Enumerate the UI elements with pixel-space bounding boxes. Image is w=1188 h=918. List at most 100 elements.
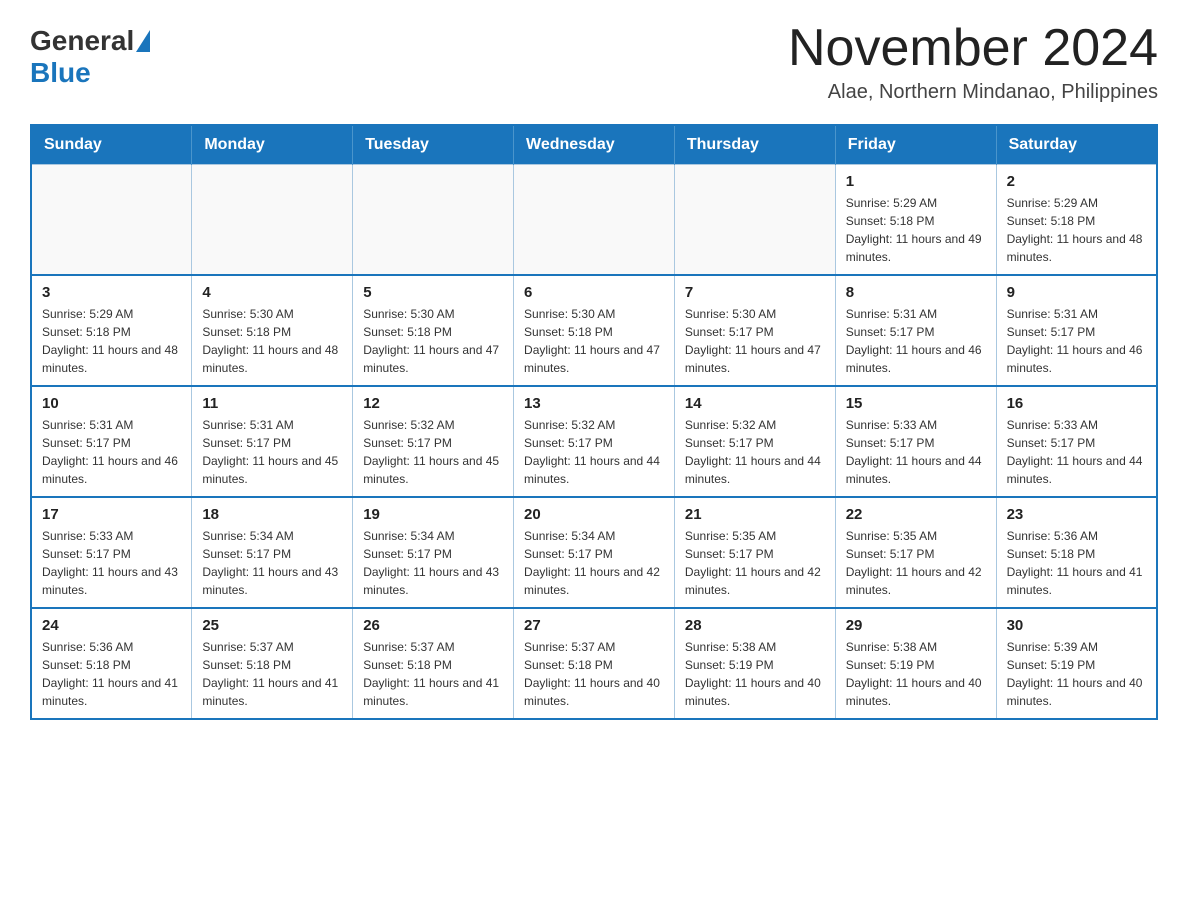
weekday-header-wednesday: Wednesday: [514, 125, 675, 165]
day-number: 6: [524, 284, 664, 301]
calendar-cell: [31, 165, 192, 276]
day-info: Sunrise: 5:37 AMSunset: 5:18 PMDaylight:…: [202, 638, 342, 710]
calendar-cell: [514, 165, 675, 276]
calendar-cell: 12 Sunrise: 5:32 AMSunset: 5:17 PMDayligh…: [353, 386, 514, 497]
weekday-header-row: SundayMondayTuesdayWednesdayThursdayFrid…: [31, 125, 1157, 165]
day-info: Sunrise: 5:29 AMSunset: 5:18 PMDaylight:…: [1007, 194, 1146, 266]
logo-blue-text: Blue: [30, 57, 91, 88]
day-number: 19: [363, 506, 503, 523]
logo: General Blue: [30, 25, 152, 89]
calendar-cell: 21 Sunrise: 5:35 AMSunset: 5:17 PMDayligh…: [674, 497, 835, 608]
day-number: 18: [202, 506, 342, 523]
day-info: Sunrise: 5:32 AMSunset: 5:17 PMDaylight:…: [524, 416, 664, 488]
calendar-cell: 16 Sunrise: 5:33 AMSunset: 5:17 PMDayligh…: [996, 386, 1157, 497]
day-number: 24: [42, 617, 181, 634]
day-info: Sunrise: 5:32 AMSunset: 5:17 PMDaylight:…: [685, 416, 825, 488]
day-number: 17: [42, 506, 181, 523]
calendar-cell: 7 Sunrise: 5:30 AMSunset: 5:17 PMDaylight…: [674, 275, 835, 386]
day-info: Sunrise: 5:30 AMSunset: 5:18 PMDaylight:…: [524, 305, 664, 377]
day-info: Sunrise: 5:34 AMSunset: 5:17 PMDaylight:…: [202, 527, 342, 599]
calendar-cell: 4 Sunrise: 5:30 AMSunset: 5:18 PMDaylight…: [192, 275, 353, 386]
calendar-cell: 3 Sunrise: 5:29 AMSunset: 5:18 PMDaylight…: [31, 275, 192, 386]
calendar-week-row: 1 Sunrise: 5:29 AMSunset: 5:18 PMDaylight…: [31, 165, 1157, 276]
day-number: 21: [685, 506, 825, 523]
calendar-cell: 26Sunrise: 5:37 AMSunset: 5:18 PMDayligh…: [353, 608, 514, 719]
page-header: General Blue November 2024 Alae, Norther…: [30, 20, 1158, 104]
day-info: Sunrise: 5:37 AMSunset: 5:18 PMDaylight:…: [524, 638, 664, 710]
day-info: Sunrise: 5:30 AMSunset: 5:17 PMDaylight:…: [685, 305, 825, 377]
calendar-cell: [192, 165, 353, 276]
day-info: Sunrise: 5:31 AMSunset: 5:17 PMDaylight:…: [202, 416, 342, 488]
calendar-cell: 13 Sunrise: 5:32 AMSunset: 5:17 PMDayligh…: [514, 386, 675, 497]
day-info: Sunrise: 5:33 AMSunset: 5:17 PMDaylight:…: [846, 416, 986, 488]
day-number: 3: [42, 284, 181, 301]
day-info: Sunrise: 5:34 AMSunset: 5:17 PMDaylight:…: [524, 527, 664, 599]
day-number: 30: [1007, 617, 1146, 634]
calendar-cell: 29 Sunrise: 5:38 AMSunset: 5:19 PMDayligh…: [835, 608, 996, 719]
calendar-cell: 10 Sunrise: 5:31 AMSunset: 5:17 PMDayligh…: [31, 386, 192, 497]
calendar-cell: 2Sunrise: 5:29 AMSunset: 5:18 PMDaylight…: [996, 165, 1157, 276]
day-number: 12: [363, 395, 503, 412]
day-number: 16: [1007, 395, 1146, 412]
day-info: Sunrise: 5:34 AMSunset: 5:17 PMDaylight:…: [363, 527, 503, 599]
day-info: Sunrise: 5:37 AMSunset: 5:18 PMDaylight:…: [363, 638, 503, 710]
day-info: Sunrise: 5:33 AMSunset: 5:17 PMDaylight:…: [1007, 416, 1146, 488]
day-number: 13: [524, 395, 664, 412]
calendar-cell: 22Sunrise: 5:35 AMSunset: 5:17 PMDayligh…: [835, 497, 996, 608]
calendar-cell: [353, 165, 514, 276]
day-info: Sunrise: 5:29 AMSunset: 5:18 PMDaylight:…: [846, 194, 986, 266]
day-info: Sunrise: 5:32 AMSunset: 5:17 PMDaylight:…: [363, 416, 503, 488]
weekday-header-sunday: Sunday: [31, 125, 192, 165]
day-number: 1: [846, 173, 986, 190]
day-info: Sunrise: 5:31 AMSunset: 5:17 PMDaylight:…: [42, 416, 181, 488]
weekday-header-monday: Monday: [192, 125, 353, 165]
day-info: Sunrise: 5:39 AMSunset: 5:19 PMDaylight:…: [1007, 638, 1146, 710]
calendar-cell: 25 Sunrise: 5:37 AMSunset: 5:18 PMDayligh…: [192, 608, 353, 719]
weekday-header-saturday: Saturday: [996, 125, 1157, 165]
day-number: 29: [846, 617, 986, 634]
day-number: 5: [363, 284, 503, 301]
day-info: Sunrise: 5:29 AMSunset: 5:18 PMDaylight:…: [42, 305, 181, 377]
calendar-cell: [674, 165, 835, 276]
day-info: Sunrise: 5:36 AMSunset: 5:18 PMDaylight:…: [42, 638, 181, 710]
day-number: 8: [846, 284, 986, 301]
calendar-cell: 23Sunrise: 5:36 AMSunset: 5:18 PMDayligh…: [996, 497, 1157, 608]
day-info: Sunrise: 5:35 AMSunset: 5:17 PMDaylight:…: [685, 527, 825, 599]
day-info: Sunrise: 5:30 AMSunset: 5:18 PMDaylight:…: [202, 305, 342, 377]
day-number: 4: [202, 284, 342, 301]
calendar-cell: 17 Sunrise: 5:33 AMSunset: 5:17 PMDayligh…: [31, 497, 192, 608]
day-number: 25: [202, 617, 342, 634]
calendar-cell: 5 Sunrise: 5:30 AMSunset: 5:18 PMDaylight…: [353, 275, 514, 386]
day-info: Sunrise: 5:36 AMSunset: 5:18 PMDaylight:…: [1007, 527, 1146, 599]
title-section: November 2024 Alae, Northern Mindanao, P…: [788, 20, 1158, 104]
day-info: Sunrise: 5:35 AMSunset: 5:17 PMDaylight:…: [846, 527, 986, 599]
calendar-cell: 1 Sunrise: 5:29 AMSunset: 5:18 PMDaylight…: [835, 165, 996, 276]
day-number: 10: [42, 395, 181, 412]
calendar-cell: 8 Sunrise: 5:31 AMSunset: 5:17 PMDaylight…: [835, 275, 996, 386]
calendar-cell: 15Sunrise: 5:33 AMSunset: 5:17 PMDayligh…: [835, 386, 996, 497]
calendar-week-row: 3 Sunrise: 5:29 AMSunset: 5:18 PMDaylight…: [31, 275, 1157, 386]
weekday-header-friday: Friday: [835, 125, 996, 165]
day-number: 9: [1007, 284, 1146, 301]
month-title: November 2024: [788, 20, 1158, 77]
calendar-cell: 9 Sunrise: 5:31 AMSunset: 5:17 PMDaylight…: [996, 275, 1157, 386]
calendar-cell: 20 Sunrise: 5:34 AMSunset: 5:17 PMDayligh…: [514, 497, 675, 608]
day-number: 14: [685, 395, 825, 412]
calendar-cell: 24 Sunrise: 5:36 AMSunset: 5:18 PMDayligh…: [31, 608, 192, 719]
logo-general-text: General: [30, 25, 134, 57]
day-info: Sunrise: 5:38 AMSunset: 5:19 PMDaylight:…: [846, 638, 986, 710]
calendar-cell: 11Sunrise: 5:31 AMSunset: 5:17 PMDayligh…: [192, 386, 353, 497]
day-info: Sunrise: 5:30 AMSunset: 5:18 PMDaylight:…: [363, 305, 503, 377]
logo-triangle-icon: [136, 30, 150, 52]
day-info: Sunrise: 5:31 AMSunset: 5:17 PMDaylight:…: [846, 305, 986, 377]
calendar-cell: 14 Sunrise: 5:32 AMSunset: 5:17 PMDayligh…: [674, 386, 835, 497]
day-number: 27: [524, 617, 664, 634]
day-info: Sunrise: 5:31 AMSunset: 5:17 PMDaylight:…: [1007, 305, 1146, 377]
calendar-week-row: 10 Sunrise: 5:31 AMSunset: 5:17 PMDayligh…: [31, 386, 1157, 497]
day-info: Sunrise: 5:33 AMSunset: 5:17 PMDaylight:…: [42, 527, 181, 599]
weekday-header-thursday: Thursday: [674, 125, 835, 165]
day-number: 7: [685, 284, 825, 301]
calendar-cell: 18 Sunrise: 5:34 AMSunset: 5:17 PMDayligh…: [192, 497, 353, 608]
calendar-week-row: 24 Sunrise: 5:36 AMSunset: 5:18 PMDayligh…: [31, 608, 1157, 719]
day-number: 20: [524, 506, 664, 523]
